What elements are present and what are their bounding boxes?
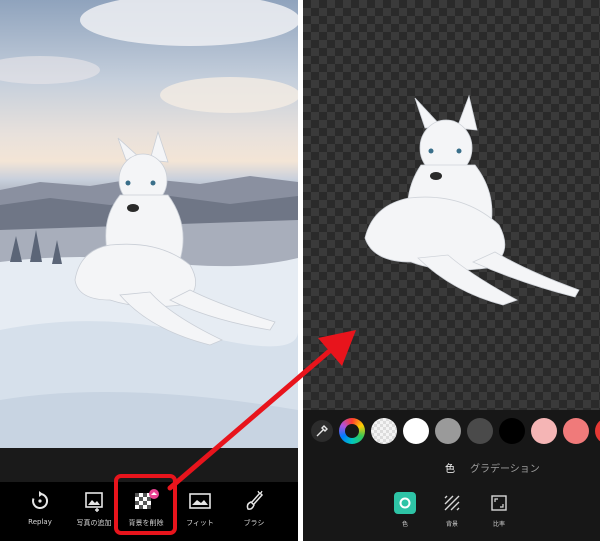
tool-label: Replay [28, 518, 52, 526]
color-swatch-dark-gray[interactable] [467, 418, 493, 444]
color-swatch-white[interactable] [403, 418, 429, 444]
color-swatch-light-pink[interactable] [531, 418, 557, 444]
color-swatch-pink[interactable] [563, 418, 589, 444]
pattern-icon [441, 492, 463, 514]
brush-icon [241, 488, 267, 514]
cutout-dog [364, 94, 580, 306]
fit-icon [187, 488, 213, 514]
tool-label: 写真の追加 [76, 519, 112, 527]
ratio-icon [488, 492, 510, 514]
eyedropper-icon [316, 425, 328, 437]
color-fill-tab[interactable]: 色 [387, 492, 423, 532]
brush-button[interactable]: ブラシ [228, 482, 280, 541]
add-photo-button[interactable]: 写真の追加 [68, 482, 120, 541]
color-fill-icon [394, 492, 416, 514]
color-swatch-black[interactable] [499, 418, 525, 444]
tool-label: ブラシ [243, 519, 265, 527]
right-panel: 色 グラデーション 色 背景 比率 [303, 0, 600, 541]
highlight-box [114, 474, 177, 535]
replay-button[interactable]: Replay [14, 482, 66, 541]
pattern-tab[interactable]: 背景 [434, 492, 470, 532]
tool-label: フィット [186, 519, 214, 527]
tab-label: 背景 [445, 521, 458, 528]
left-panel: Replay 写真の追加 背景を削除 フィット ブラシ [0, 0, 298, 541]
tab-color[interactable]: 色 [445, 460, 455, 475]
dog-photo [0, 0, 298, 448]
background-tool-tabs: 色 背景 比率 [303, 492, 600, 541]
color-wheel-swatch[interactable] [339, 418, 365, 444]
transparent-swatch[interactable] [371, 418, 397, 444]
transparent-canvas [303, 0, 600, 410]
color-swatch-gray[interactable] [435, 418, 461, 444]
color-swatch-red[interactable] [595, 418, 600, 444]
add-photo-icon [81, 488, 107, 514]
tab-label: 比率 [492, 521, 505, 528]
tab-label: 色 [401, 521, 408, 528]
replay-icon [27, 488, 53, 514]
fill-mode-tabs: 色 グラデーション [303, 456, 600, 478]
tab-gradient[interactable]: グラデーション [470, 460, 540, 475]
fit-button[interactable]: フィット [174, 482, 226, 541]
ratio-tab[interactable]: 比率 [481, 492, 517, 532]
color-palette [303, 414, 600, 448]
eyedropper-button[interactable] [311, 420, 333, 442]
